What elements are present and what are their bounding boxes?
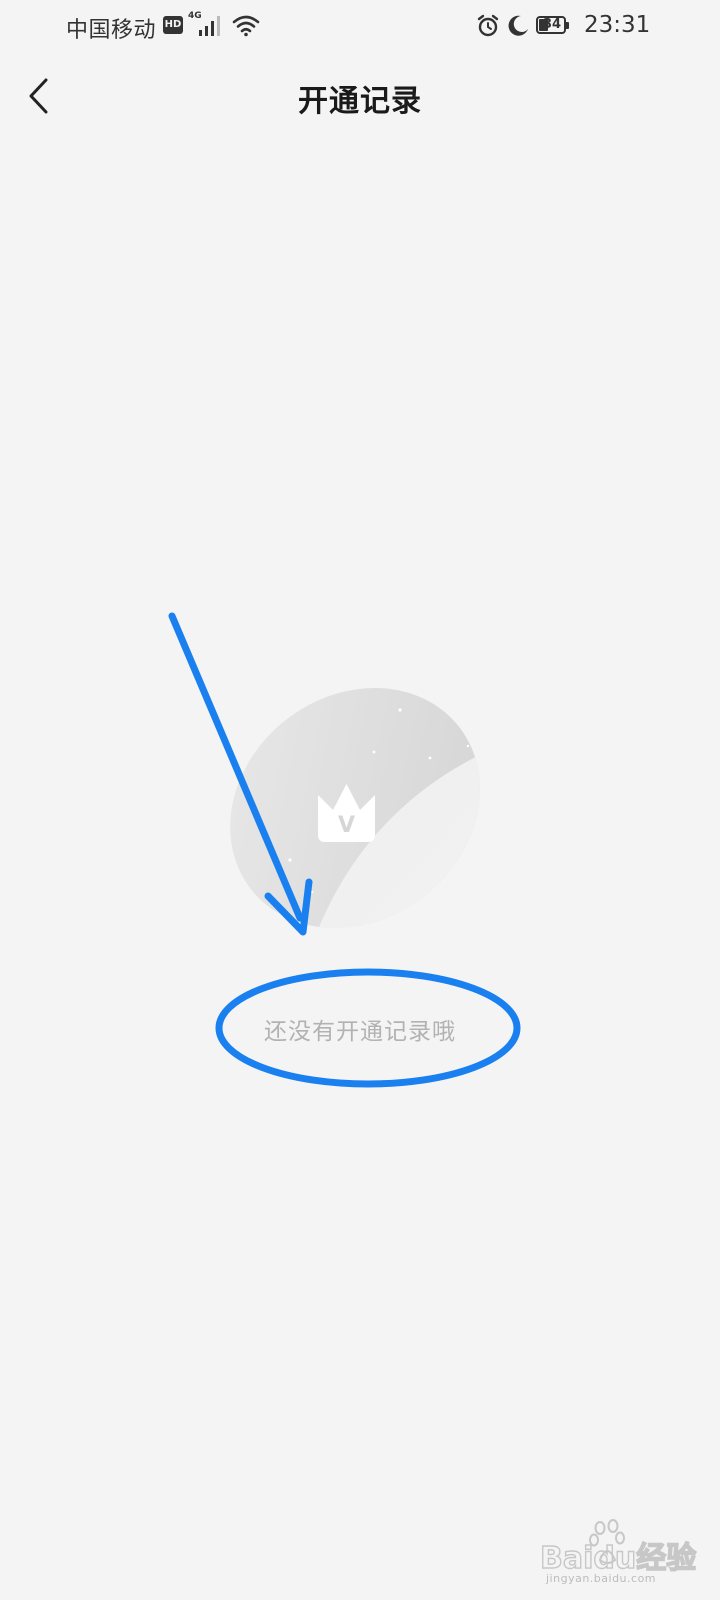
watermark-logo-text: Baidu经验 bbox=[540, 1541, 696, 1576]
signal-icon bbox=[199, 16, 220, 36]
hd-badge: HD bbox=[163, 16, 183, 34]
battery-icon: 34 bbox=[536, 16, 570, 36]
moon-icon bbox=[508, 15, 528, 36]
nav-header: 开通记录 bbox=[0, 56, 720, 146]
empty-state-message: 还没有开通记录哦 bbox=[264, 1019, 456, 1045]
status-bar: 中国移动 HD 4G 34 23:31 bbox=[0, 0, 720, 56]
empty-state-illustration: V bbox=[230, 688, 490, 940]
alarm-icon bbox=[477, 14, 499, 37]
wifi-icon bbox=[232, 15, 260, 37]
crown-letter: V bbox=[338, 813, 355, 838]
battery-level: 34 bbox=[542, 17, 562, 32]
watermark-url: jingyan.baidu.com bbox=[546, 1572, 657, 1585]
page-title: 开通记录 bbox=[298, 84, 422, 119]
clock-time: 23:31 bbox=[584, 12, 651, 38]
carrier-name: 中国移动 bbox=[66, 18, 157, 43]
